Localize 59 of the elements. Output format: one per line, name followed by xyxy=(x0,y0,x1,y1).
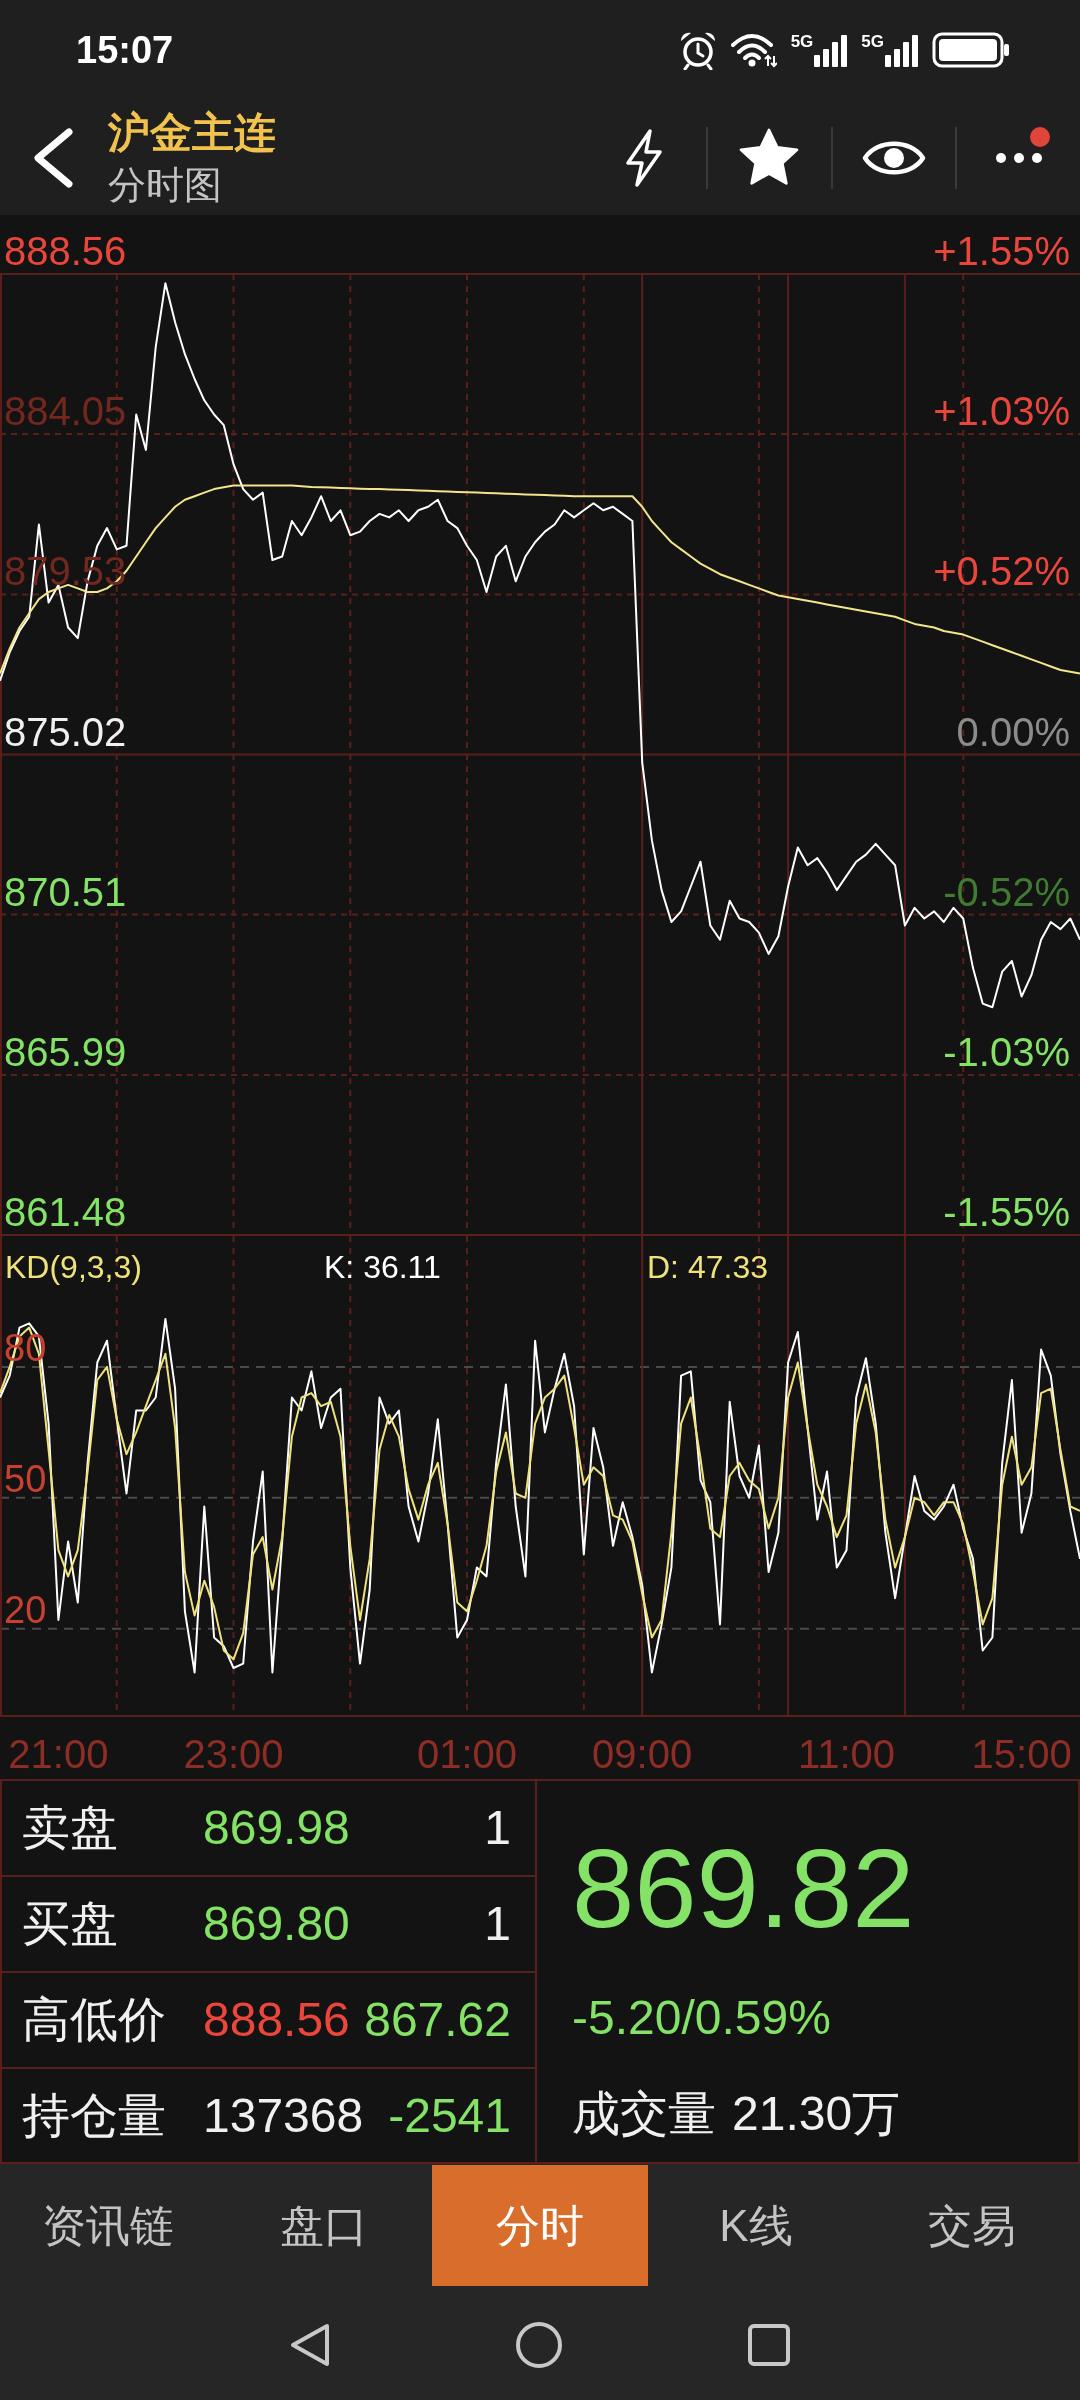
volume-value: 21.30万 xyxy=(732,2088,901,2140)
change-scale-label: -0.52% xyxy=(943,871,1070,912)
price-scale-label: 875.02 xyxy=(4,711,127,752)
signal-icon xyxy=(813,33,848,67)
quote-value: 137368 xyxy=(203,2087,364,2144)
tab[interactable]: 资讯链 xyxy=(0,2165,216,2286)
tab[interactable]: K线 xyxy=(648,2165,864,2286)
quote-value: 888.56 xyxy=(203,1992,350,2048)
time-axis-label: 21:00 xyxy=(8,1734,109,1774)
indicator-scale-label: 50 xyxy=(4,1459,47,1498)
indicator-title: KD(9,3,3) xyxy=(5,1250,143,1284)
quote-value: 1 xyxy=(484,1800,511,1856)
network-type-label: 5G xyxy=(861,33,884,51)
change-scale-label: +1.55% xyxy=(933,231,1070,271)
time-axis-label: 15:00 xyxy=(971,1734,1072,1774)
price-scale-label: 884.05 xyxy=(4,391,127,432)
price-change: -5.20/0.59% xyxy=(572,1994,832,2042)
quote-value: 867.62 xyxy=(364,1992,511,2048)
quote-label: 买盘 xyxy=(22,1896,119,1952)
quote-value: 869.80 xyxy=(203,1896,350,1952)
battery-icon xyxy=(932,32,1010,68)
network-type-label: 5G xyxy=(790,33,814,51)
home-circle-icon[interactable] xyxy=(515,2321,563,2369)
indicator-scale-label: 20 xyxy=(4,1590,47,1629)
change-scale-label: -1.55% xyxy=(943,1192,1070,1232)
time-axis-label: 23:00 xyxy=(183,1734,284,1774)
change-scale-label: +0.52% xyxy=(933,551,1070,592)
quote-label: 高低价 xyxy=(22,1992,167,2048)
time-axis-label: 11:00 xyxy=(797,1734,896,1774)
price-scale-label: 888.56 xyxy=(4,231,127,271)
lightning-icon[interactable] xyxy=(623,127,665,188)
tab[interactable]: 盘口 xyxy=(216,2165,432,2286)
quote-value: -2541 xyxy=(388,2087,511,2144)
change-scale-label: -1.03% xyxy=(943,1031,1070,1072)
page-title: 沪金主连 xyxy=(108,107,276,158)
alarm-clock-icon xyxy=(678,30,717,70)
quote-value: 1 xyxy=(484,1896,511,1952)
back-triangle-icon[interactable] xyxy=(289,2322,331,2368)
indicator-value: D: 47.33 xyxy=(647,1250,769,1284)
quote-label: 持仓量 xyxy=(22,2087,167,2144)
recents-square-icon[interactable] xyxy=(747,2323,791,2367)
price-scale-label: 861.48 xyxy=(4,1192,127,1232)
quote-value: 869.98 xyxy=(203,1800,350,1856)
change-scale-label: 0.00% xyxy=(956,711,1070,752)
indicator-value: K: 36.11 xyxy=(324,1250,442,1284)
time-axis-label: 01:00 xyxy=(416,1734,518,1774)
clock-time: 15:07 xyxy=(76,28,174,72)
signal-icon xyxy=(884,33,918,67)
time-axis-label: 09:00 xyxy=(592,1734,693,1774)
page-subtitle: 分时图 xyxy=(108,162,223,208)
change-scale-label: +1.03% xyxy=(933,391,1070,432)
wifi-icon xyxy=(730,32,777,68)
more-icon[interactable] xyxy=(995,151,1043,164)
volume-label: 成交量 xyxy=(572,2088,716,2140)
quote-label: 卖盘 xyxy=(22,1800,119,1856)
tab[interactable]: 交易 xyxy=(864,2165,1080,2286)
price-scale-label: 865.99 xyxy=(4,1031,127,1072)
last-price: 869.82 xyxy=(572,1833,916,1945)
price-scale-label: 870.51 xyxy=(4,871,127,912)
